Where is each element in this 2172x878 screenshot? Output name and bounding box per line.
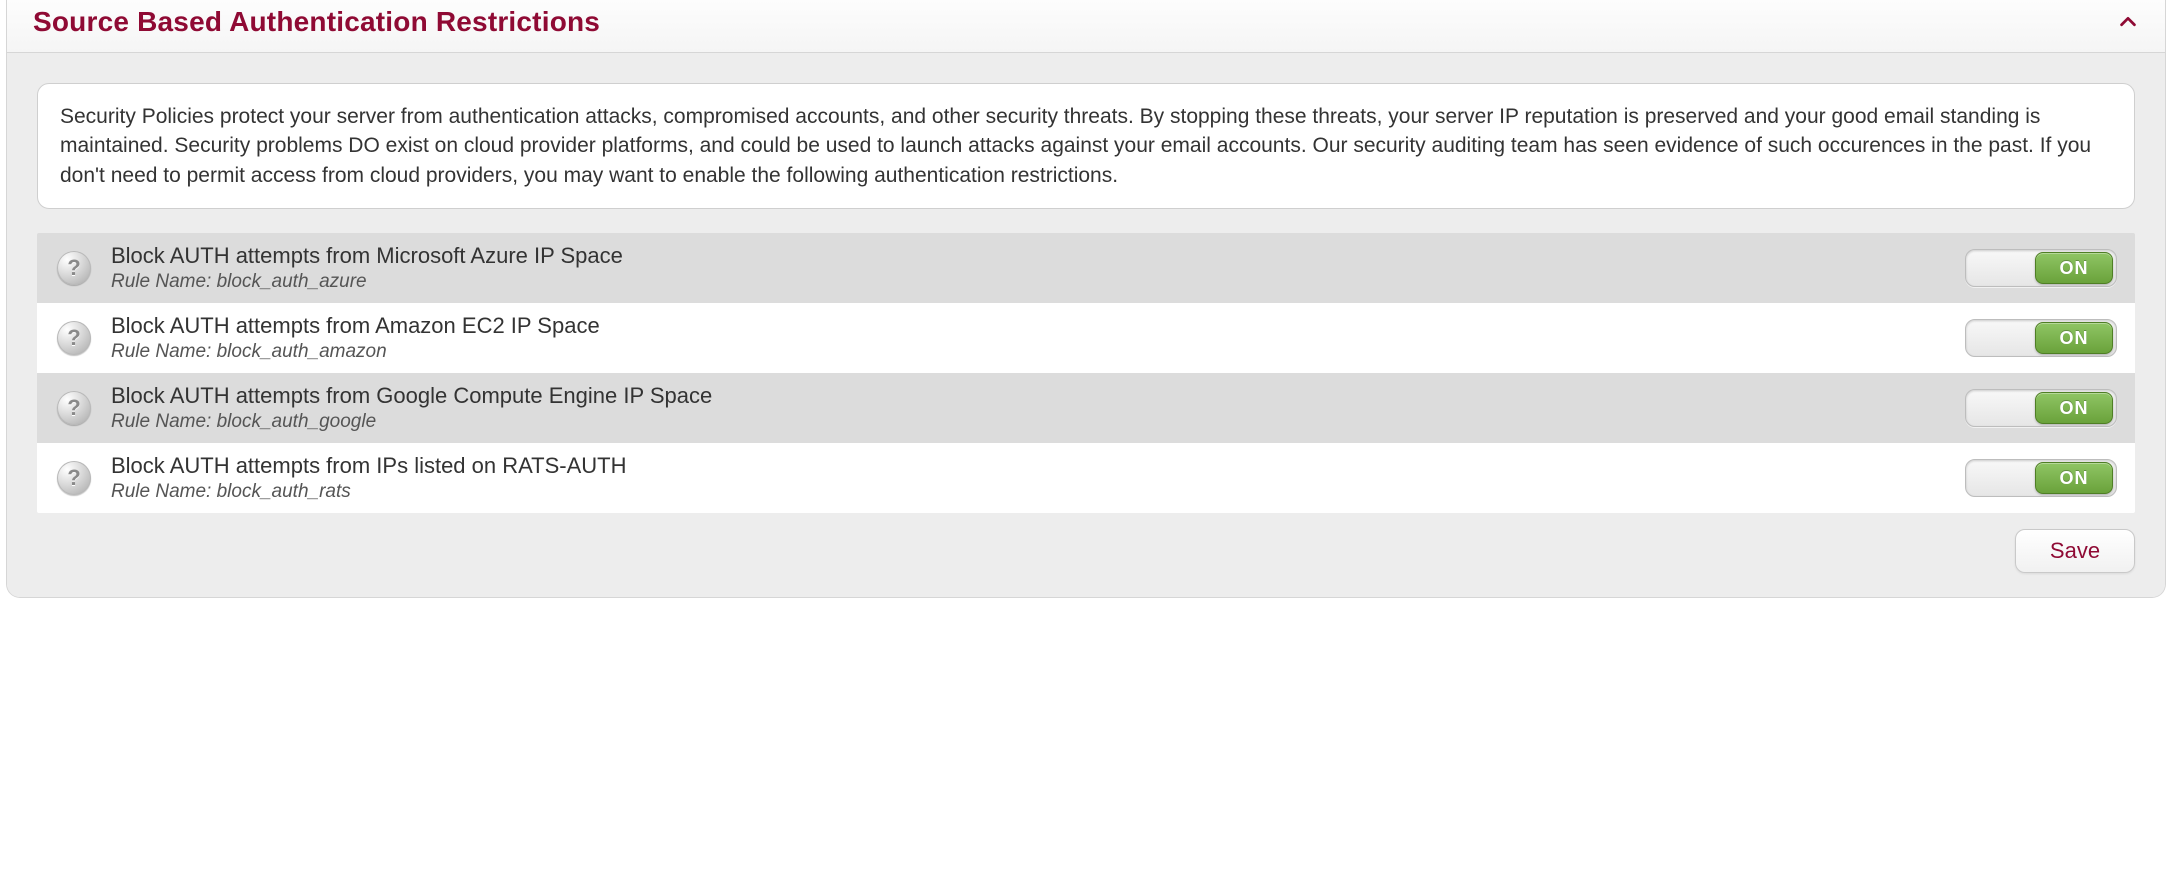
rule-text: Block AUTH attempts from Microsoft Azure… [111, 243, 1945, 293]
chevron-up-icon[interactable] [2117, 11, 2139, 33]
rule-text: Block AUTH attempts from Amazon EC2 IP S… [111, 313, 1945, 363]
toggle-switch[interactable]: ON [1965, 249, 2117, 287]
toggle-on-label: ON [2035, 392, 2113, 424]
rule-row: Block AUTH attempts from IPs listed on R… [37, 443, 2135, 513]
help-icon[interactable] [57, 251, 91, 285]
rule-subtitle: Rule Name: block_auth_azure [111, 271, 1945, 293]
rule-title: Block AUTH attempts from Microsoft Azure… [111, 243, 1945, 269]
toggle-switch[interactable]: ON [1965, 459, 2117, 497]
rule-text: Block AUTH attempts from IPs listed on R… [111, 453, 1945, 503]
panel-title: Source Based Authentication Restrictions [33, 6, 600, 38]
rule-title: Block AUTH attempts from IPs listed on R… [111, 453, 1945, 479]
panel-footer: Save [37, 513, 2135, 573]
toggle-on-label: ON [2035, 462, 2113, 494]
rule-title: Block AUTH attempts from Amazon EC2 IP S… [111, 313, 1945, 339]
panel-body: Security Policies protect your server fr… [7, 53, 2165, 597]
rule-subtitle: Rule Name: block_auth_amazon [111, 341, 1945, 363]
toggle-switch[interactable]: ON [1965, 319, 2117, 357]
help-icon[interactable] [57, 391, 91, 425]
toggle-on-label: ON [2035, 252, 2113, 284]
rule-list: Block AUTH attempts from Microsoft Azure… [37, 233, 2135, 513]
rule-subtitle: Rule Name: block_auth_rats [111, 481, 1945, 503]
panel-description: Security Policies protect your server fr… [37, 83, 2135, 209]
toggle-switch[interactable]: ON [1965, 389, 2117, 427]
help-icon[interactable] [57, 321, 91, 355]
rule-row: Block AUTH attempts from Google Compute … [37, 373, 2135, 443]
panel-source-auth-restrictions: Source Based Authentication Restrictions… [6, 0, 2166, 598]
rule-title: Block AUTH attempts from Google Compute … [111, 383, 1945, 409]
rule-text: Block AUTH attempts from Google Compute … [111, 383, 1945, 433]
save-button[interactable]: Save [2015, 529, 2135, 573]
help-icon[interactable] [57, 461, 91, 495]
panel-header[interactable]: Source Based Authentication Restrictions [7, 0, 2165, 53]
rule-row: Block AUTH attempts from Microsoft Azure… [37, 233, 2135, 303]
toggle-on-label: ON [2035, 322, 2113, 354]
rule-row: Block AUTH attempts from Amazon EC2 IP S… [37, 303, 2135, 373]
rule-subtitle: Rule Name: block_auth_google [111, 411, 1945, 433]
